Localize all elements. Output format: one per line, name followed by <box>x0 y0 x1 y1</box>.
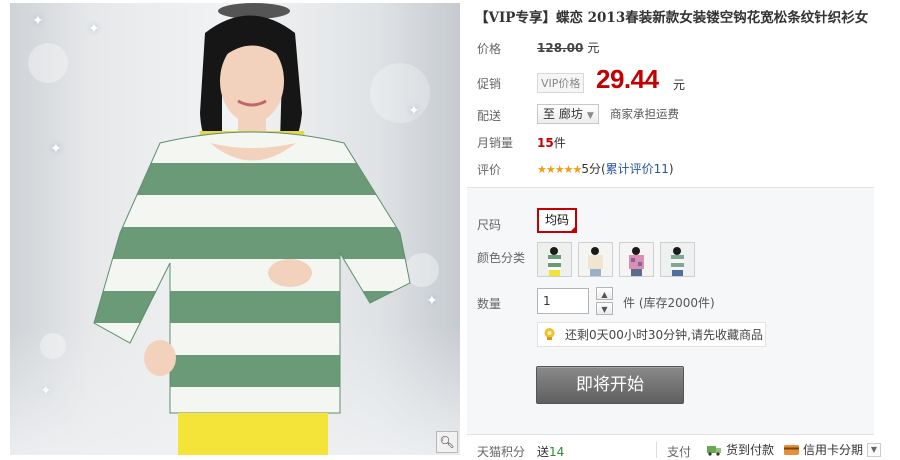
quantity-increase-button[interactable]: ▲ <box>596 287 613 300</box>
swatch-thumbnail <box>538 243 571 276</box>
selected-check-icon <box>569 225 578 233</box>
color-swatch-pink[interactable] <box>619 242 654 277</box>
original-price: 128.00 元 <box>537 39 599 56</box>
coming-soon-button[interactable]: 即将开始 <box>536 366 684 404</box>
color-swatch-green-stripe[interactable] <box>537 242 572 277</box>
more-payment-chevron-icon[interactable]: ▼ <box>867 443 881 457</box>
quantity-decrease-button[interactable]: ▼ <box>596 302 613 315</box>
points-number: 14 <box>549 445 565 459</box>
price-label: 价格 <box>477 42 502 56</box>
stock-note: 件 (库存2000件) <box>623 296 715 310</box>
chevron-up-icon: ▲ <box>601 290 608 299</box>
sales-unit: 件 <box>553 136 566 150</box>
star-rating-icon: ★★★★★ <box>537 163 582 176</box>
shipping-destination-select[interactable]: 至 廊坊 ▼ <box>537 104 599 124</box>
reviews-link[interactable]: 累计评价11 <box>606 162 669 176</box>
model-figure <box>93 3 411 455</box>
size-option-label: 均码 <box>545 213 570 227</box>
points-label: 天猫积分 <box>477 445 526 459</box>
zoom-button[interactable]: 🔍︎ <box>436 431 458 453</box>
countdown-tip: 还剩0天00小时30分钟,请先收藏商品 <box>537 322 766 347</box>
size-label: 尺码 <box>477 218 502 232</box>
original-price-unit: 元 <box>587 41 600 55</box>
shipping-note: 商家承担运费 <box>610 107 679 121</box>
sales-label: 月销量 <box>477 136 514 150</box>
magnifier-icon: 🔍︎ <box>439 435 455 449</box>
cash-on-delivery-label: 货到付款 <box>726 443 775 457</box>
product-title: 【VIP专享】蝶恋 2013春装新款女装镂空钩花宽松条纹针织衫女 <box>475 10 869 26</box>
product-image[interactable]: ✦ ✦ ✦ ✦ ✦ ✦ 🔍︎ <box>10 3 460 455</box>
color-swatch-beige[interactable] <box>578 242 613 277</box>
promo-price: 29.44 <box>596 64 659 94</box>
monthly-sales: 15件 <box>537 134 566 151</box>
lightbulb-icon <box>544 328 555 340</box>
quantity-input[interactable] <box>537 288 589 314</box>
sales-count: 15 <box>537 136 554 150</box>
swatch-thumbnail <box>579 243 612 276</box>
installment-label: 信用卡分期 <box>803 443 864 457</box>
swatch-thumbnail <box>620 243 653 276</box>
credit-card-installment[interactable]: 信用卡分期 <box>784 441 863 458</box>
quantity-label: 数量 <box>477 297 502 311</box>
countdown-text: 还剩0天00小时30分钟,请先收藏商品 <box>565 328 763 342</box>
delivery-truck-icon <box>707 445 721 456</box>
swatch-thumbnail <box>661 243 694 276</box>
rating: ★★★★★5分(累计评价11) <box>537 162 674 176</box>
vip-price-tag: VIP价格 <box>537 73 585 93</box>
cash-on-delivery[interactable]: 货到付款 <box>707 441 774 458</box>
product-info-panel: 【VIP专享】蝶恋 2013春装新款女装镂空钩花宽松条纹针织衫女 价格 128.… <box>467 0 900 460</box>
payment-label: 支付 <box>667 445 692 459</box>
credit-card-icon <box>784 444 799 455</box>
points-prefix: 送 <box>537 445 550 459</box>
color-swatch-list <box>537 242 695 277</box>
rating-label: 评价 <box>477 163 502 177</box>
divider <box>656 442 657 458</box>
chevron-down-icon: ▼ <box>586 111 594 121</box>
shipping-destination: 至 廊坊 <box>543 107 583 121</box>
rating-score: 5分 <box>581 162 601 176</box>
original-price-value: 128.00 <box>537 41 584 55</box>
size-option-selected[interactable]: 均码 <box>537 208 578 233</box>
promo-label: 促销 <box>477 77 502 91</box>
promo-price-unit: 元 <box>673 78 686 92</box>
color-swatch-grey-stripe[interactable] <box>660 242 695 277</box>
points-value: 送14 <box>537 443 564 460</box>
chevron-down-icon: ▼ <box>601 305 608 314</box>
bottom-info-row: 天猫积分 送14 支付 货到付款 信用卡分期 ▼ <box>467 437 900 460</box>
shipping-label: 配送 <box>477 109 502 123</box>
color-label: 颜色分类 <box>477 251 526 265</box>
